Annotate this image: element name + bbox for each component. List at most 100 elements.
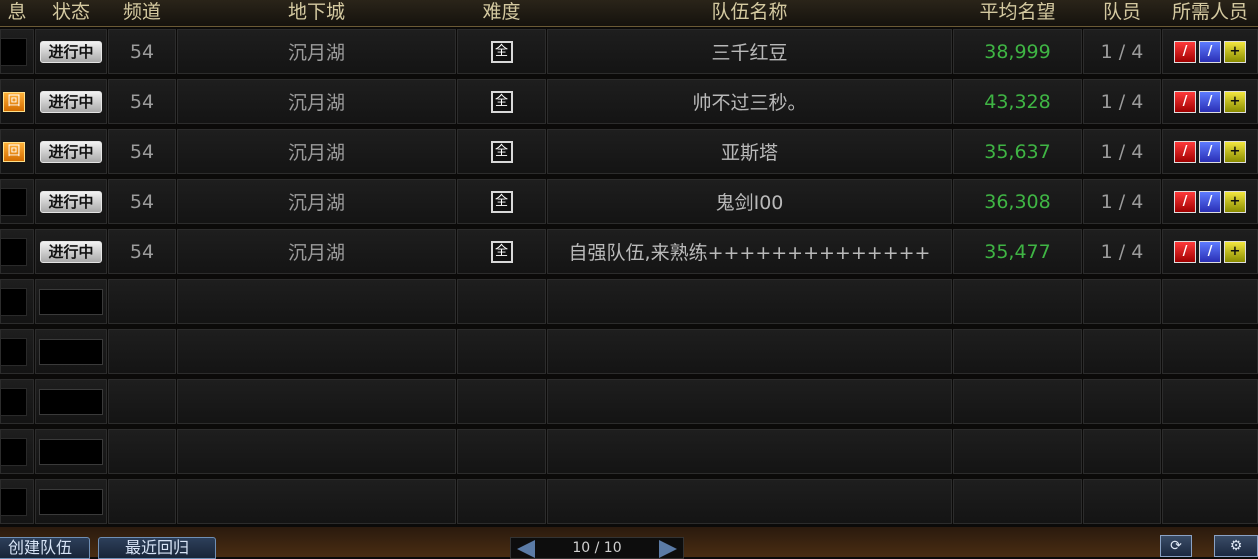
required-roles: / / + — [1174, 140, 1246, 163]
cell-team-name: 鬼剑I00 — [547, 179, 952, 224]
cell-difficulty: 全 — [457, 79, 546, 124]
cell-status — [35, 279, 107, 324]
recent-return-button[interactable]: 最近回归 — [98, 537, 216, 559]
cell-text-members: 1 / 4 — [1100, 190, 1144, 213]
cell-difficulty — [457, 479, 546, 524]
required-roles: / / + — [1174, 190, 1246, 213]
cell-channel — [108, 429, 176, 474]
cell-avg-fame — [953, 479, 1082, 524]
cell-required — [1162, 479, 1258, 524]
cell-text-members: 1 / 4 — [1100, 140, 1144, 163]
cell-info — [0, 229, 34, 274]
cell-status — [35, 479, 107, 524]
status-badge: 进行中 — [40, 190, 102, 213]
empty-row — [0, 427, 1258, 474]
footer-bar: 创建队伍 最近回归 10 / 10 ⟳ ⚙ — [0, 527, 1258, 559]
cell-text-team-name: 亚斯塔 — [720, 142, 778, 164]
cell-members: 1 / 4 — [1083, 129, 1161, 174]
pagination: 10 / 10 — [510, 537, 684, 559]
cell-text-avg-fame: 35,637 — [984, 140, 1051, 163]
next-page-icon[interactable] — [659, 540, 677, 558]
status-empty-slot — [39, 338, 103, 365]
cell-team-name: 自强队伍,来熟练++++++++++++++ — [547, 229, 952, 274]
cell-text-channel: 54 — [129, 90, 155, 113]
table-row[interactable]: 进行中 54 沉月湖 全 自强队伍,来熟练++++++++++++++ 35,477 1 /… — [0, 227, 1258, 274]
cell-channel: 54 — [108, 229, 176, 274]
status-badge: 进行中 — [40, 240, 102, 263]
cell-avg-fame — [953, 279, 1082, 324]
blue-sword-icon: / — [1199, 240, 1221, 263]
cell-info — [0, 29, 34, 74]
cell-info — [0, 379, 34, 424]
required-roles: / / + — [1174, 40, 1246, 63]
red-sword-icon: / — [1174, 190, 1196, 213]
table-row[interactable]: 回进行中 54 沉月湖全帅不过三秒。 43,328 1 / 4// + — [0, 77, 1258, 124]
red-sword-icon: / — [1174, 40, 1196, 63]
cell-avg-fame: 36,308 — [953, 179, 1082, 224]
header-dungeon: 地下城 — [287, 1, 345, 23]
cell-team-name: 亚斯塔 — [547, 129, 952, 174]
yellow-plus-icon: + — [1224, 190, 1246, 213]
cell-info — [0, 429, 34, 474]
cell-text-channel: 54 — [129, 140, 155, 163]
cell-members — [1083, 429, 1161, 474]
status-badge: 进行中 — [40, 140, 102, 163]
cell-info — [0, 279, 34, 324]
cell-difficulty — [457, 429, 546, 474]
cell-team-name — [547, 479, 952, 524]
cell-difficulty: 全 — [457, 229, 546, 274]
page-indicator: 10 / 10 — [572, 540, 622, 556]
red-sword-icon: / — [1174, 140, 1196, 163]
cell-text-dungeon: 沉月湖 — [287, 142, 345, 164]
cell-required — [1162, 379, 1258, 424]
cell-text-channel: 54 — [129, 240, 155, 263]
blue-sword-icon: / — [1199, 90, 1221, 113]
cell-dungeon: 沉月湖 — [177, 229, 456, 274]
cell-text-team-name: 自强队伍,来熟练++++++++++++++ — [568, 242, 931, 264]
cell-text-members: 1 / 4 — [1100, 90, 1144, 113]
cell-status: 进行中 — [35, 179, 107, 224]
cell-team-name — [547, 379, 952, 424]
cell-members: 1 / 4 — [1083, 79, 1161, 124]
cell-required: / / + — [1162, 129, 1258, 174]
table-row[interactable]: 进行中 54 沉月湖全三千红豆 38,999 1 / 4// + — [0, 27, 1258, 74]
cell-required — [1162, 329, 1258, 374]
cell-text-team-name: 三千红豆 — [711, 42, 788, 64]
cell-difficulty — [457, 379, 546, 424]
refresh-icon[interactable]: ⟳ — [1160, 535, 1192, 557]
cell-difficulty — [457, 329, 546, 374]
table-row[interactable]: 回进行中 54 沉月湖全亚斯塔 35,637 1 / 4// + — [0, 127, 1258, 174]
table-header: 息 状态 频道 地下城 难度 队伍名称 平均名望 队员 所需人员 — [0, 0, 1258, 27]
cell-members — [1083, 329, 1161, 374]
cell-status: 进行中 — [35, 229, 107, 274]
cell-members — [1083, 279, 1161, 324]
cell-status: 进行中 — [35, 129, 107, 174]
cell-status: 进行中 — [35, 79, 107, 124]
status-empty-slot — [39, 388, 103, 415]
red-sword-icon: / — [1174, 90, 1196, 113]
cell-difficulty: 全 — [457, 129, 546, 174]
header-status: 状态 — [51, 1, 90, 23]
table-row[interactable]: 进行中 54 沉月湖全鬼剑I00 36,308 1 / 4// + — [0, 177, 1258, 224]
header-difficulty: 难度 — [482, 1, 521, 23]
cell-text-avg-fame: 35,477 — [984, 240, 1051, 263]
cell-dungeon: 沉月湖 — [177, 29, 456, 74]
create-team-button[interactable]: 创建队伍 — [0, 537, 90, 559]
difficulty-badge: 全 — [490, 90, 513, 113]
cell-channel: 54 — [108, 79, 176, 124]
gear-icon[interactable]: ⚙ — [1214, 535, 1258, 557]
cell-text-members: 1 / 4 — [1100, 40, 1144, 63]
cell-members — [1083, 379, 1161, 424]
difficulty-badge: 全 — [490, 140, 513, 163]
cell-channel — [108, 279, 176, 324]
blue-sword-icon: / — [1199, 40, 1221, 63]
cell-members: 1 / 4 — [1083, 179, 1161, 224]
info-empty-slot — [1, 37, 27, 66]
cell-members — [1083, 479, 1161, 524]
cell-avg-fame — [953, 329, 1082, 374]
cell-text-avg-fame: 43,328 — [984, 90, 1051, 113]
prev-page-icon[interactable] — [517, 540, 535, 558]
cell-avg-fame: 38,999 — [953, 29, 1082, 74]
cell-info — [0, 329, 34, 374]
difficulty-badge: 全 — [490, 190, 513, 213]
